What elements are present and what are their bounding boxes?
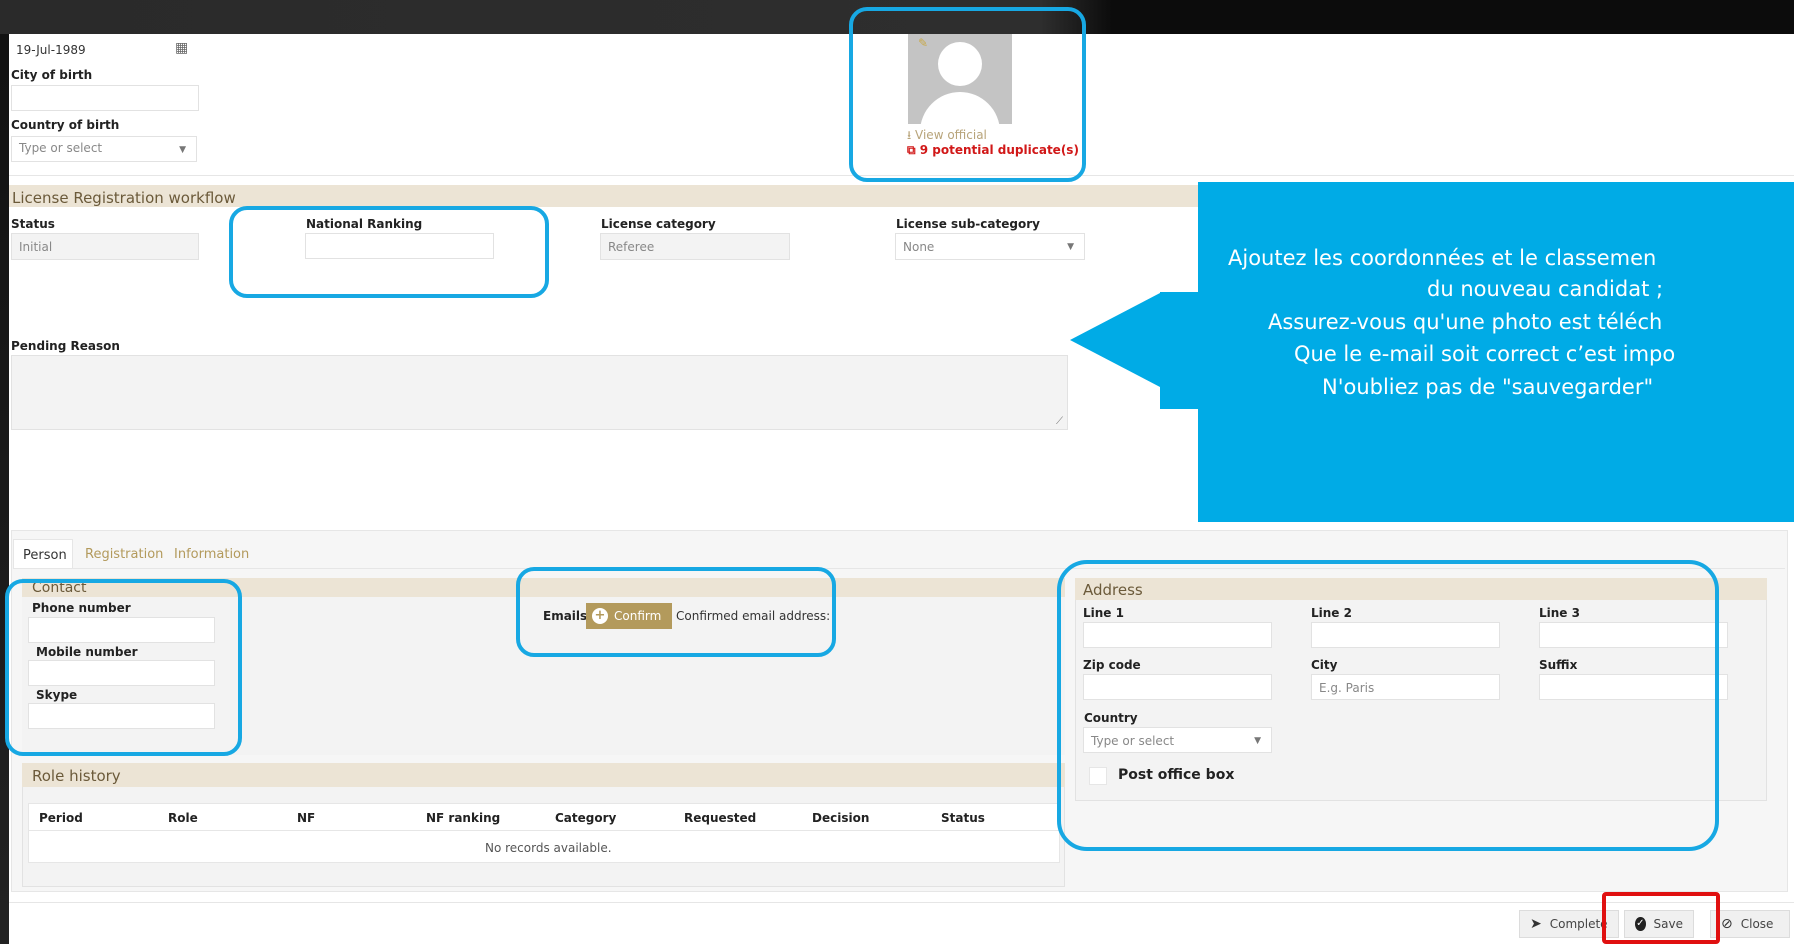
pending-reason-textarea[interactable]: ⟋ [11, 355, 1068, 430]
role-history-title: Role history [32, 767, 121, 785]
email-highlight [516, 567, 836, 657]
callout-arrow-stem [1160, 292, 1200, 409]
save-highlight [1602, 892, 1720, 944]
chevron-down-icon: ▼ [1067, 242, 1074, 252]
column-header[interactable]: Requested [684, 811, 756, 825]
callout-line-3: Assurez-vous qu'une photo est téléch [1268, 310, 1663, 334]
license-subcategory-value: None [903, 240, 935, 254]
country-of-birth-label: Country of birth [11, 118, 120, 132]
ranking-highlight [229, 206, 549, 298]
workflow-title: License Registration workflow [12, 189, 236, 207]
license-category-value: Referee [608, 240, 655, 254]
resize-handle-icon[interactable]: ⟋ [1056, 416, 1063, 427]
pending-reason-label: Pending Reason [11, 339, 120, 353]
column-header[interactable]: Status [941, 811, 985, 825]
close-label: Close [1740, 917, 1774, 931]
callout-line-2: du nouveau candidat ; [1427, 277, 1664, 301]
column-header[interactable]: Role [168, 811, 198, 825]
license-category-field: Referee [600, 233, 790, 260]
tab-registration[interactable]: Registration [85, 547, 163, 562]
column-header[interactable]: Period [39, 811, 83, 825]
contact-highlight [5, 579, 242, 756]
callout-line-5: N'oubliez pas de "sauvegarder" [1322, 375, 1654, 399]
country-of-birth-select[interactable]: Type or select ▼ [11, 136, 197, 162]
status-label: Status [11, 217, 55, 231]
tab-person-label: Person [23, 548, 67, 563]
callout-line-4: Que le e-mail soit correct c’est impo [1294, 342, 1676, 366]
send-icon: ➤ [1530, 916, 1542, 932]
city-of-birth-label: City of birth [11, 68, 93, 82]
address-highlight [1057, 560, 1719, 851]
column-header[interactable]: NF ranking [426, 811, 500, 825]
license-subcategory-select[interactable]: None ▼ [895, 233, 1085, 260]
city-of-birth-input[interactable] [11, 85, 199, 111]
license-subcategory-label: License sub-category [896, 217, 1040, 231]
role-history-header: Role history [22, 763, 1065, 787]
status-value: Initial [19, 240, 53, 254]
license-category-label: License category [601, 217, 716, 231]
photo-highlight [849, 7, 1086, 182]
ban-icon: ⊘ [1721, 916, 1733, 932]
birth-date-field[interactable]: 19-Jul-1989 [9, 37, 199, 61]
workflow-header: License Registration workflow [9, 185, 1199, 207]
close-button[interactable]: ⊘ Close [1710, 910, 1790, 938]
calendar-icon[interactable]: ▦ [175, 40, 188, 56]
callout-text: Ajoutez les coordonnées et le classemen … [1198, 246, 1794, 466]
table-divider [28, 830, 1060, 831]
no-records-text: No records available. [485, 841, 612, 855]
column-header[interactable]: Category [555, 811, 616, 825]
status-field: Initial [11, 233, 199, 260]
complete-label: Complete [1549, 917, 1608, 931]
column-header[interactable]: NF [297, 811, 315, 825]
column-header[interactable]: Decision [812, 811, 869, 825]
footer-divider [9, 902, 1794, 903]
tab-person[interactable]: Person [13, 539, 73, 569]
chevron-down-icon: ▼ [179, 145, 186, 155]
callout-arrow [1070, 293, 1160, 387]
country-of-birth-placeholder: Type or select [19, 141, 103, 155]
birth-date-value: 19-Jul-1989 [16, 43, 86, 57]
tab-information[interactable]: Information [174, 547, 249, 562]
callout-line-1: Ajoutez les coordonnées et le classemen [1228, 246, 1657, 270]
